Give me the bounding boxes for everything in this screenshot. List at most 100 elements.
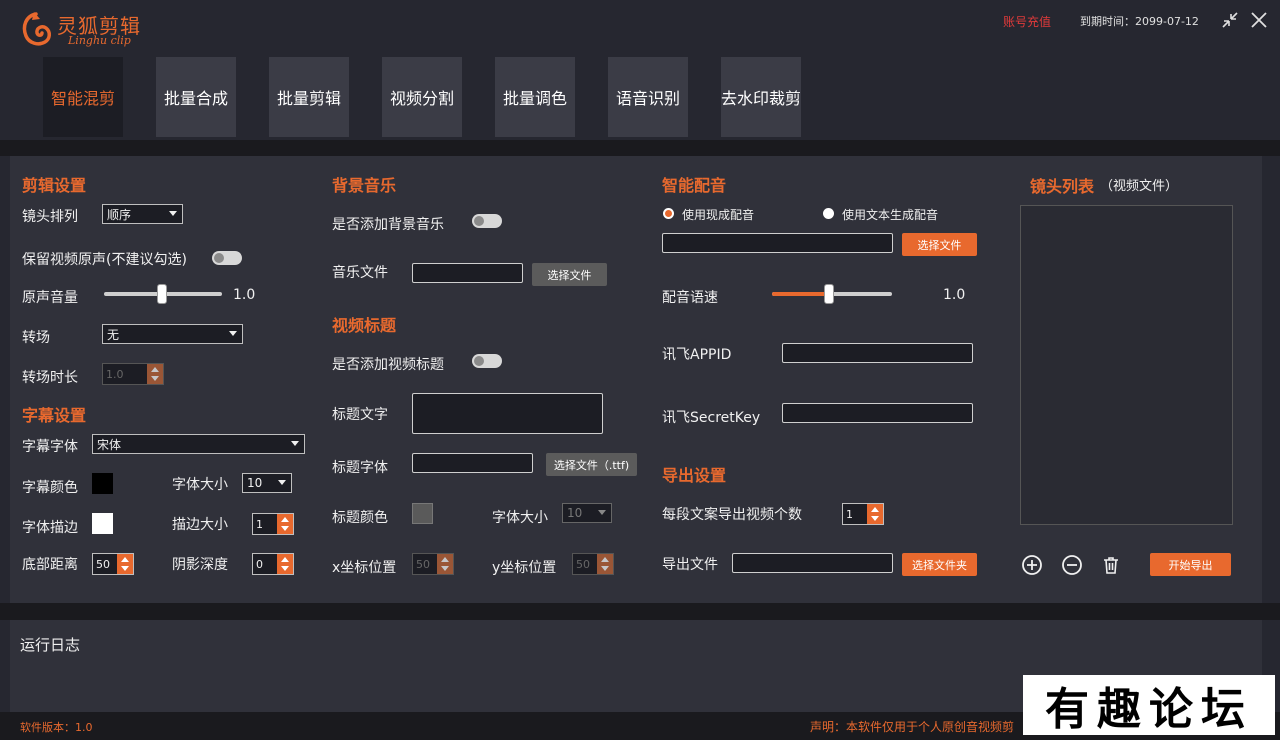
delete-all-button[interactable] [1099,553,1123,577]
transition-duration-stepper[interactable]: 1.0 [102,363,164,385]
stepper-arrows-icon[interactable] [867,504,883,524]
music-file-input[interactable] [412,263,523,283]
close-button[interactable] [1249,10,1269,30]
forum-watermark: 有趣论坛 [1023,675,1275,735]
xunfei-secret-label: 讯飞SecretKey [662,410,761,426]
title-size-value: 10 [567,506,583,520]
transition-select[interactable]: 无 [102,324,243,344]
restore-button[interactable] [1220,10,1240,30]
tab-batch-color[interactable]: 批量调色 [495,57,575,137]
chevron-down-icon [598,510,606,515]
stepper-arrows-icon[interactable] [117,554,133,574]
plus-circle-icon [1022,555,1042,575]
radio-tts-audio[interactable] [823,208,834,219]
subtitle-color-swatch[interactable] [92,473,113,494]
music-file-button[interactable]: 选择文件 [532,263,607,286]
stepper-arrows-icon[interactable] [277,514,293,534]
shot-order-label: 镜头排列 [22,209,78,225]
minus-circle-icon [1062,555,1082,575]
speech-speed-value: 1.0 [943,287,966,303]
export-folder-button[interactable]: 选择文件夹 [902,553,977,576]
speech-speed-label: 配音语速 [662,290,718,306]
shadow-depth-stepper[interactable]: 0 [252,553,294,575]
title-size-select[interactable]: 10 [562,503,612,523]
shot-order-value: 顺序 [107,207,132,222]
fox-logo-icon [22,12,51,46]
radio-existing-audio[interactable] [663,208,674,219]
dubbing-file-button[interactable]: 选择文件 [902,233,977,256]
volume-value: 1.0 [233,287,256,303]
music-title: 背景音乐 [332,176,397,195]
subtitle-font-label: 字幕字体 [22,439,78,455]
dubbing-file-input[interactable] [662,233,893,253]
xunfei-secret-input[interactable] [782,403,973,423]
shadow-depth-label: 阴影深度 [172,557,228,573]
transition-duration-value: 1.0 [106,367,124,381]
volume-slider-thumb[interactable] [157,284,167,304]
remove-shot-button[interactable] [1060,553,1084,577]
transition-duration-label: 转场时长 [22,370,78,386]
y-position-label: y坐标位置 [492,560,557,576]
title-font-label: 标题字体 [332,460,388,476]
subtitle-size-select[interactable]: 10 [242,473,292,493]
shot-list-title: 镜头列表 [1030,177,1095,196]
add-music-label: 是否添加背景音乐 [332,217,444,233]
tab-video-split[interactable]: 视频分割 [382,57,462,137]
disclaimer-text: 声明：本软件仅用于个人原创音视频剪 [810,720,1015,734]
xunfei-appid-input[interactable] [782,343,973,363]
video-title-section: 视频标题 [332,316,397,335]
version-text: 软件版本：1.0 [20,721,93,734]
stepper-arrows-icon[interactable] [437,554,453,574]
export-file-input[interactable] [732,553,893,573]
add-music-toggle[interactable] [472,214,502,228]
start-export-button[interactable]: 开始导出 [1150,553,1231,576]
x-position-stepper[interactable]: 50 [412,553,454,575]
title-text-field[interactable] [412,393,603,434]
header-divider [0,140,1280,156]
x-position-value: 50 [416,557,430,571]
stroke-label: 字体描边 [22,520,78,536]
radio-tts-audio-label[interactable]: 使用文本生成配音 [842,206,938,223]
log-title: 运行日志 [20,636,81,654]
stepper-arrows-icon[interactable] [597,554,613,574]
tab-batch-edit[interactable]: 批量剪辑 [269,57,349,137]
stepper-arrows-icon[interactable] [277,554,293,574]
bottom-distance-label: 底部距离 [22,557,78,573]
tab-batch-compose[interactable]: 批量合成 [156,57,236,137]
speech-speed-fill [772,292,827,296]
keep-audio-toggle[interactable] [212,251,242,265]
recharge-link[interactable]: 账号充值 [1003,13,1051,30]
title-font-input[interactable] [412,453,533,473]
keep-audio-label: 保留视频原声(不建议勾选) [22,252,187,268]
speech-speed-thumb[interactable] [824,284,834,304]
chevron-down-icon [169,211,177,216]
subtitle-size-label: 字体大小 [172,477,228,493]
subtitle-size-value: 10 [247,476,263,490]
export-count-stepper[interactable]: 1 [842,503,884,525]
shot-order-select[interactable]: 顺序 [102,204,183,224]
shot-list-subtitle: （视频文件） [1100,179,1179,194]
tab-smart-mix[interactable]: 智能混剪 [43,57,123,137]
add-shot-button[interactable] [1020,553,1044,577]
subtitle-settings-title: 字幕设置 [22,406,87,425]
dubbing-title: 智能配音 [662,176,727,195]
subtitle-color-label: 字幕颜色 [22,480,78,496]
chevron-down-icon [229,331,237,336]
chevron-down-icon [278,480,286,485]
title-color-swatch[interactable] [412,503,433,524]
bottom-distance-stepper[interactable]: 50 [92,553,134,575]
x-position-label: x坐标位置 [332,560,397,576]
log-divider [0,603,1280,620]
app-window: 灵狐剪辑 Linghu clip 账号充值 到期时间：2099-07-12 智能… [0,0,1280,740]
y-position-stepper[interactable]: 50 [572,553,614,575]
shot-list[interactable] [1020,205,1233,525]
stepper-arrows-icon[interactable] [147,364,163,384]
tab-remove-watermark[interactable]: 去水印裁剪 [721,57,801,137]
add-title-toggle[interactable] [472,354,502,368]
subtitle-font-select[interactable]: 宋体 [92,434,305,454]
stroke-size-stepper[interactable]: 1 [252,513,294,535]
radio-existing-audio-label[interactable]: 使用现成配音 [682,206,754,223]
tab-speech-recognition[interactable]: 语音识别 [608,57,688,137]
title-font-button[interactable]: 选择文件（.ttf) [546,453,637,476]
stroke-color-swatch[interactable] [92,513,113,534]
